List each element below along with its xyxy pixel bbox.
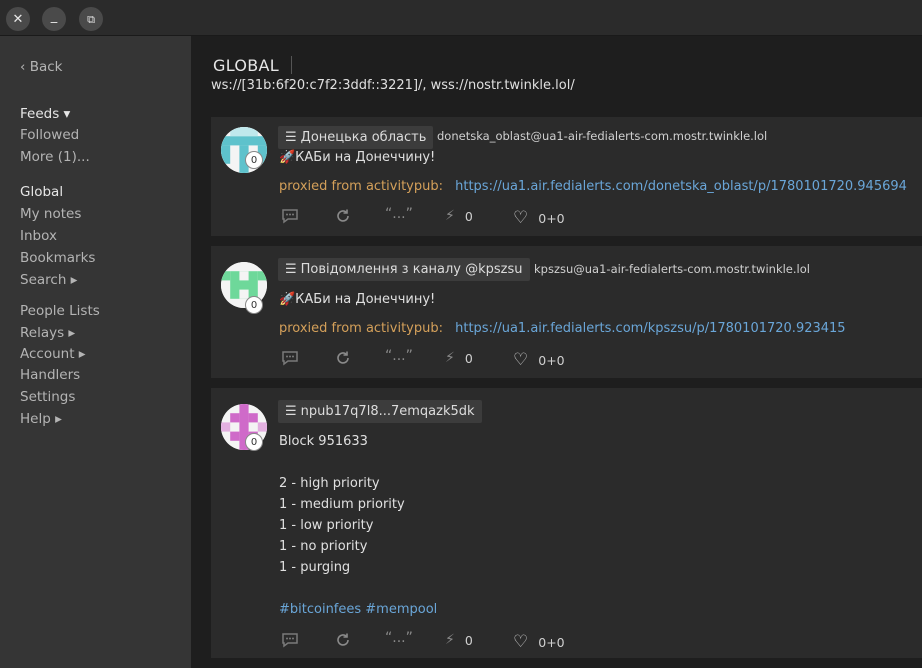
sidebar-item-more[interactable]: More (1)... — [20, 149, 90, 165]
sidebar-item-people-lists[interactable]: People Lists — [20, 303, 100, 319]
note-actions: “...” ⚡ 0 ♡ 0+0 — [281, 348, 581, 370]
hashtags[interactable]: #bitcoinfees #mempool — [279, 602, 437, 617]
sidebar-item-followed[interactable]: Followed — [20, 127, 79, 143]
note-text-line: 1 - purging — [279, 560, 351, 575]
menu-icon: ☰ — [285, 262, 297, 277]
heart-icon: ♡ — [513, 632, 529, 652]
quote-icon: “...” — [385, 206, 413, 222]
proxied-label: proxied from activitypub: — [279, 321, 443, 336]
note-text-line: 1 - no priority — [279, 539, 368, 554]
note-text-line: Block 951633 — [279, 434, 368, 449]
menu-icon: ☰ — [285, 404, 297, 419]
avatar-badge: 0 — [245, 433, 263, 451]
minimize-icon: _ — [50, 8, 58, 24]
note-text-line: 1 - medium priority — [279, 497, 405, 512]
like-button[interactable]: ♡ 0+0 — [513, 350, 565, 370]
sidebar-item-help[interactable]: Help ▸ — [20, 411, 62, 427]
menu-icon: ☰ — [285, 130, 297, 145]
proxied-link[interactable]: https://ua1.air.fedialerts.com/donetska_… — [455, 179, 907, 194]
sidebar-item-handlers[interactable]: Handlers — [20, 367, 80, 383]
note-card: 0 ☰ npub17q7l8...7emqazk5dk Block 951633… — [211, 388, 922, 658]
note-card: 0 ☰ Повідомлення з каналу @kpszsu kpszsu… — [211, 246, 922, 378]
author-chip[interactable]: ☰ npub17q7l8...7emqazk5dk — [278, 400, 482, 423]
author-name: Повідомлення з каналу @kpszsu — [300, 262, 523, 277]
note-text: 🚀КАБи на Донеччину! — [279, 150, 436, 165]
author-chip[interactable]: ☰ Повідомлення з каналу @kpszsu — [278, 258, 530, 281]
like-count: 0+0 — [538, 352, 565, 368]
reply-icon — [282, 209, 298, 224]
close-window-button[interactable]: ✕ — [6, 7, 30, 31]
reply-icon — [282, 633, 298, 648]
reply-button[interactable] — [281, 350, 299, 366]
sidebar-item-inbox[interactable]: Inbox — [20, 228, 57, 244]
heart-icon: ♡ — [513, 208, 529, 228]
minimize-window-button[interactable]: _ — [42, 7, 66, 31]
repost-button[interactable] — [335, 632, 351, 648]
repost-button[interactable] — [335, 208, 351, 224]
zap-count: 0 — [464, 632, 473, 648]
avatar-badge: 0 — [245, 296, 263, 314]
repost-icon — [337, 633, 349, 646]
note-actions: “...” ⚡ 0 ♡ 0+0 — [281, 630, 581, 652]
author-nip05: donetska_oblast@ua1-air-fedialerts-com.m… — [437, 129, 768, 143]
quote-icon: “...” — [385, 348, 413, 364]
zap-button[interactable]: ⚡ 0 — [445, 632, 473, 648]
relay-list: ws://[31b:6f20:c7f2:3ddf::3221]/, wss://… — [211, 78, 575, 93]
author-name: Донецька область — [300, 130, 427, 145]
page-title: GLOBAL — [213, 56, 279, 75]
like-button[interactable]: ♡ 0+0 — [513, 208, 565, 228]
sidebar-item-global[interactable]: Global — [20, 184, 63, 200]
close-icon: ✕ — [12, 11, 24, 27]
note-actions: “...” ⚡ 0 ♡ 0+0 — [281, 206, 581, 228]
repost-button[interactable] — [335, 350, 351, 366]
window-titlebar: ✕ _ ⧉ — [0, 0, 922, 36]
avatar-badge: 0 — [245, 151, 263, 169]
repost-icon — [337, 351, 349, 364]
main-feed: GLOBAL ws://[31b:6f20:c7f2:3ddf::3221]/,… — [191, 36, 922, 668]
quote-icon: “...” — [385, 630, 413, 646]
note-text-line: 1 - low priority — [279, 518, 374, 533]
note-text: 🚀КАБи на Донеччину! — [279, 292, 436, 307]
zap-icon: ⚡ — [445, 350, 455, 366]
repost-icon — [337, 209, 349, 222]
heart-icon: ♡ — [513, 350, 529, 370]
quote-button[interactable]: “...” — [385, 348, 413, 364]
proxied-line: proxied from activitypub: https://ua1.ai… — [279, 179, 907, 194]
proxied-link[interactable]: https://ua1.air.fedialerts.com/kpszsu/p/… — [455, 321, 845, 336]
author-name: npub17q7l8...7emqazk5dk — [300, 404, 475, 419]
zap-icon: ⚡ — [445, 632, 455, 648]
proxied-label: proxied from activitypub: — [279, 179, 443, 194]
reply-button[interactable] — [281, 632, 299, 648]
zap-button[interactable]: ⚡ 0 — [445, 350, 473, 366]
title-divider — [291, 56, 292, 74]
zap-count: 0 — [464, 350, 473, 366]
like-count: 0+0 — [538, 634, 565, 650]
quote-button[interactable]: “...” — [385, 206, 413, 222]
proxied-line: proxied from activitypub: https://ua1.ai… — [279, 321, 846, 336]
like-button[interactable]: ♡ 0+0 — [513, 632, 565, 652]
note-text-line: 2 - high priority — [279, 476, 380, 491]
sidebar-item-my-notes[interactable]: My notes — [20, 206, 81, 222]
sidebar-item-bookmarks[interactable]: Bookmarks — [20, 250, 95, 266]
author-nip05: kpszsu@ua1-air-fedialerts-com.mostr.twin… — [534, 262, 810, 276]
quote-button[interactable]: “...” — [385, 630, 413, 646]
sidebar-item-relays[interactable]: Relays ▸ — [20, 325, 75, 341]
reply-icon — [282, 351, 298, 366]
like-count: 0+0 — [538, 210, 565, 226]
note-card: 0 ☰ Донецька область donetska_oblast@ua1… — [211, 117, 922, 236]
author-chip[interactable]: ☰ Донецька область — [278, 126, 434, 149]
zap-button[interactable]: ⚡ 0 — [445, 208, 473, 224]
reply-button[interactable] — [281, 208, 299, 224]
sidebar-item-feeds[interactable]: Feeds ▾ — [20, 106, 70, 122]
back-link[interactable]: ‹ Back — [20, 59, 62, 75]
sidebar-item-settings[interactable]: Settings — [20, 389, 75, 405]
zap-icon: ⚡ — [445, 208, 455, 224]
zap-count: 0 — [464, 208, 473, 224]
maximize-icon: ⧉ — [87, 12, 95, 26]
sidebar-item-search[interactable]: Search ▸ — [20, 272, 77, 288]
sidebar-item-account[interactable]: Account ▸ — [20, 346, 86, 362]
sidebar: ‹ Back Feeds ▾ Followed More (1)... Glob… — [0, 36, 191, 668]
maximize-window-button[interactable]: ⧉ — [79, 7, 103, 31]
